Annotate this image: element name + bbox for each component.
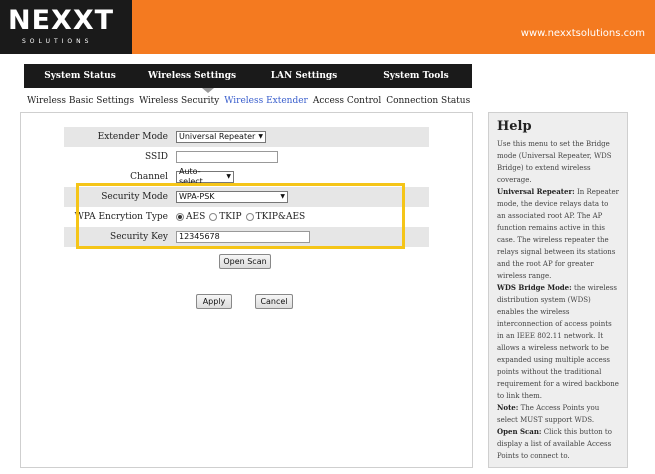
extender-mode-value: Universal Repeater: [179, 132, 256, 141]
extender-mode-label: Extender Mode: [97, 132, 168, 142]
subnav-wireless-security[interactable]: Wireless Security: [139, 96, 219, 106]
subnav-connection-status[interactable]: Connection Status: [386, 96, 470, 106]
open-scan-button[interactable]: Open Scan: [219, 254, 271, 269]
help-wds-term: WDS Bridge Mode:: [497, 283, 572, 292]
main-nav: System Status Wireless Settings LAN Sett…: [24, 64, 472, 88]
help-body: Use this menu to set the Bridge mode (Un…: [497, 138, 619, 462]
help-repeater: Universal Repeater: In Repeater mode, th…: [497, 186, 619, 282]
channel-label: Channel: [130, 172, 168, 182]
ssid-input[interactable]: [176, 151, 278, 163]
cancel-button[interactable]: Cancel: [255, 294, 293, 309]
extender-mode-select[interactable]: Universal Repeater ▼: [176, 131, 266, 143]
subnav-wireless-extender[interactable]: Wireless Extender: [224, 96, 308, 106]
nav-lan-settings[interactable]: LAN Settings: [248, 71, 360, 81]
nav-wireless-settings[interactable]: Wireless Settings: [136, 71, 248, 81]
sub-nav: Wireless Basic Settings Wireless Securit…: [27, 96, 470, 106]
subnav-access-control[interactable]: Access Control: [313, 96, 381, 106]
dropdown-arrow-icon: ▼: [226, 173, 231, 180]
help-title: Help: [497, 119, 532, 134]
help-note-term: Note:: [497, 403, 519, 412]
nav-system-tools[interactable]: System Tools: [360, 71, 472, 81]
row-ssid: SSID: [64, 147, 429, 167]
subnav-wireless-basic-settings[interactable]: Wireless Basic Settings: [27, 96, 134, 106]
help-panel: Help Use this menu to set the Bridge mod…: [488, 112, 628, 468]
help-note: Note: The Access Points you select MUST …: [497, 402, 619, 426]
help-intro: Use this menu to set the Bridge mode (Un…: [497, 140, 612, 184]
help-repeater-term: Universal Repeater:: [497, 187, 575, 196]
logo-subtext: SOLUTIONS: [22, 38, 93, 45]
header-bar: NEXXT SOLUTIONS www.nexxtsolutions.com: [0, 0, 655, 54]
brand-logo: NEXXT SOLUTIONS: [0, 0, 132, 54]
help-wds: WDS Bridge Mode: the wireless distributi…: [497, 282, 619, 402]
row-extender-mode: Extender Mode Universal Repeater ▼: [64, 127, 429, 147]
help-repeater-text: In Repeater mode, the device relays data…: [497, 188, 619, 280]
help-wds-text: the wireless distribution system (WDS) e…: [497, 284, 619, 400]
active-nav-pointer-icon: [202, 88, 214, 93]
security-highlight-box: [76, 183, 405, 249]
logo-text: NEXXT: [8, 5, 115, 36]
help-scan: Open Scan: Click this button to display …: [497, 426, 619, 462]
dropdown-arrow-icon: ▼: [258, 133, 263, 140]
help-scan-term: Open Scan:: [497, 427, 542, 436]
nav-system-status[interactable]: System Status: [24, 71, 136, 81]
apply-button[interactable]: Apply: [196, 294, 232, 309]
ssid-label: SSID: [145, 152, 168, 162]
site-url: www.nexxtsolutions.com: [520, 28, 645, 39]
channel-select[interactable]: Auto-select ▼: [176, 167, 234, 186]
